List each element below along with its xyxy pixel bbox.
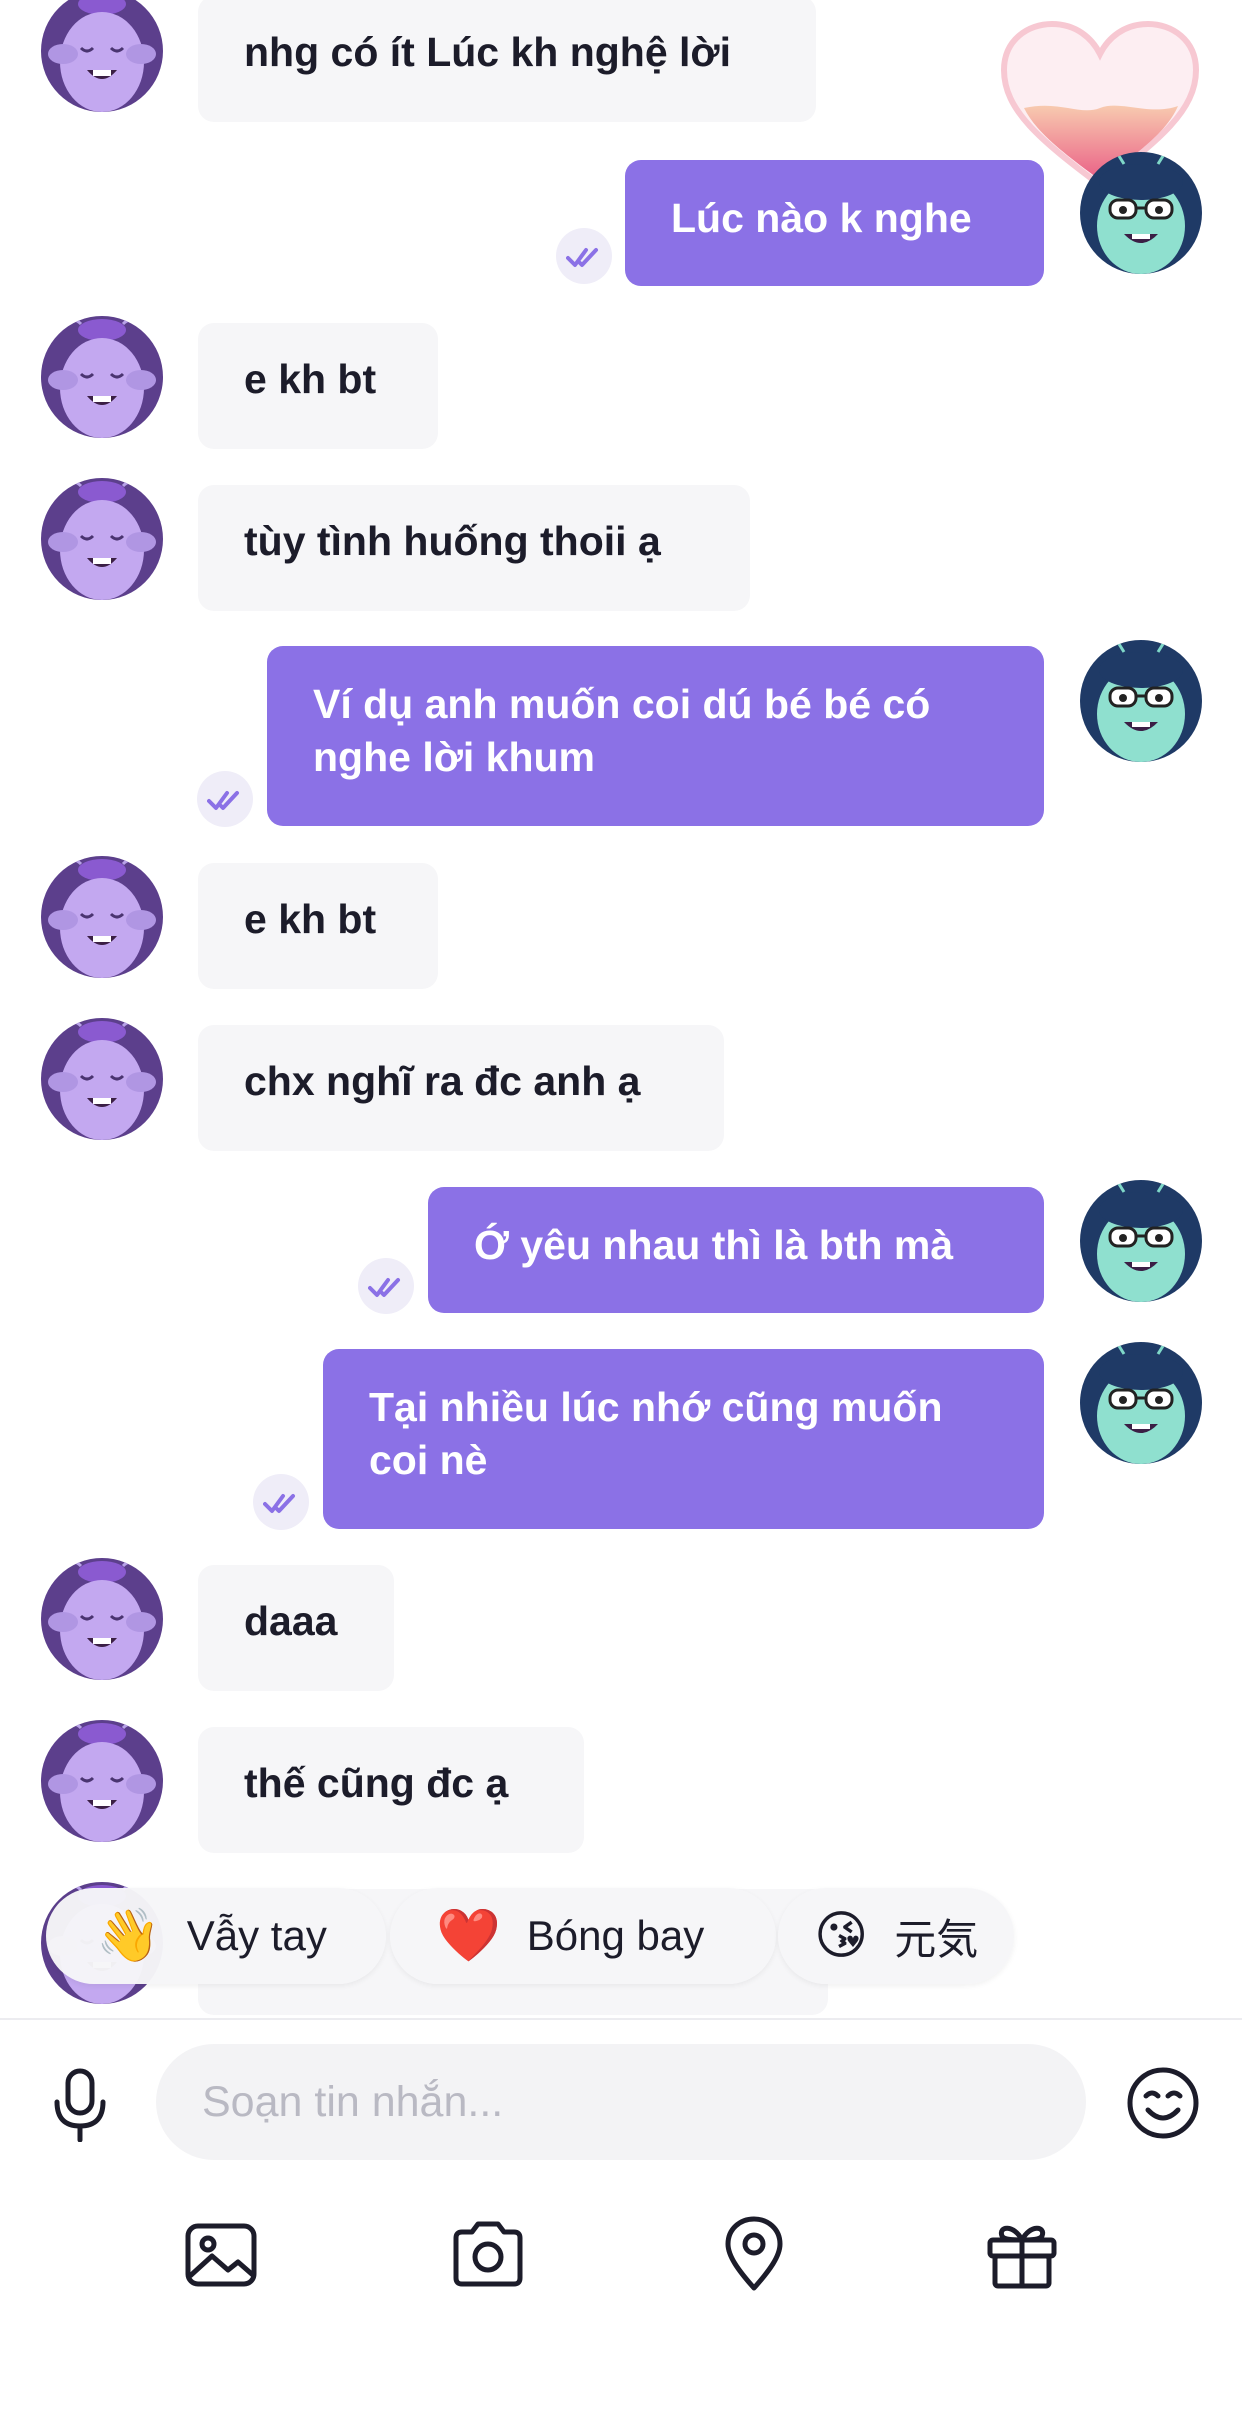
outgoing-message-bubble[interactable]: Tại nhiều lúc nhớ cũng muốn coi nè bbox=[323, 1349, 1044, 1529]
incoming-message-bubble[interactable]: e kh bt bbox=[198, 863, 438, 989]
my-avatar[interactable] bbox=[1080, 640, 1202, 762]
heart-icon: ❤️ bbox=[436, 1907, 501, 1965]
incoming-message-bubble[interactable]: tùy tình huống thoii ạ bbox=[198, 485, 750, 611]
read-receipt-icon bbox=[556, 228, 612, 284]
outgoing-message-bubble[interactable]: Ví dụ anh muốn coi dú bé bé có nghe lời … bbox=[267, 646, 1044, 826]
my-avatar[interactable] bbox=[1080, 152, 1202, 274]
contact-avatar[interactable] bbox=[41, 478, 163, 600]
message-input[interactable] bbox=[156, 2044, 1086, 2160]
outgoing-message-bubble[interactable]: Ớ yêu nhau thì là bth mà bbox=[428, 1187, 1044, 1313]
quick-reactions-bar: 👋 Vẫy tay ❤️ Bóng bay 😘 元気 bbox=[0, 1888, 1242, 1986]
read-receipt-icon bbox=[197, 771, 253, 827]
outgoing-message-bubble[interactable]: Lúc nào k nghe bbox=[625, 160, 1044, 286]
contact-avatar[interactable] bbox=[41, 856, 163, 978]
incoming-message-bubble[interactable]: nhg có ít Lúc kh nghệ lời bbox=[198, 0, 816, 122]
kissing-face-icon: 😘 bbox=[814, 1907, 869, 1965]
read-receipt-icon bbox=[253, 1474, 309, 1530]
contact-avatar[interactable] bbox=[41, 1558, 163, 1680]
reaction-label: 元気 bbox=[894, 1915, 979, 1963]
my-avatar[interactable] bbox=[1080, 1180, 1202, 1302]
contact-avatar[interactable] bbox=[41, 0, 163, 112]
incoming-message-bubble[interactable]: thế cũng đc ạ bbox=[198, 1727, 584, 1853]
genki-reaction-chip[interactable]: 😘 元気 bbox=[778, 1888, 1014, 1984]
incoming-message-bubble[interactable]: daaa bbox=[198, 1565, 394, 1691]
read-receipt-icon bbox=[358, 1258, 414, 1314]
contact-avatar[interactable] bbox=[41, 1018, 163, 1140]
gift-icon[interactable] bbox=[986, 2218, 1058, 2290]
wave-reaction-chip[interactable]: 👋 Vẫy tay bbox=[46, 1888, 386, 1984]
contact-avatar[interactable] bbox=[41, 1720, 163, 1842]
incoming-message-bubble[interactable]: e kh bt bbox=[198, 323, 438, 449]
reaction-label: Vẫy tay bbox=[186, 1912, 327, 1959]
balloon-reaction-chip[interactable]: ❤️ Bóng bay bbox=[390, 1888, 776, 1984]
waving-hand-icon: 👋 bbox=[96, 1907, 161, 1965]
chat-thread[interactable]: nhg có ít Lúc kh nghệ lời Lúc nào k nghe… bbox=[0, 0, 1242, 2020]
microphone-icon[interactable] bbox=[52, 2068, 108, 2142]
location-icon[interactable] bbox=[724, 2216, 784, 2292]
incoming-message-bubble[interactable]: chx nghĩ ra đc anh ạ bbox=[198, 1025, 724, 1151]
reaction-label: Bóng bay bbox=[526, 1912, 705, 1959]
emoji-icon[interactable] bbox=[1126, 2066, 1200, 2140]
message-composer bbox=[0, 2020, 1242, 2419]
camera-icon[interactable] bbox=[450, 2220, 526, 2288]
image-icon[interactable] bbox=[184, 2222, 258, 2288]
contact-avatar[interactable] bbox=[41, 316, 163, 438]
my-avatar[interactable] bbox=[1080, 1342, 1202, 1464]
